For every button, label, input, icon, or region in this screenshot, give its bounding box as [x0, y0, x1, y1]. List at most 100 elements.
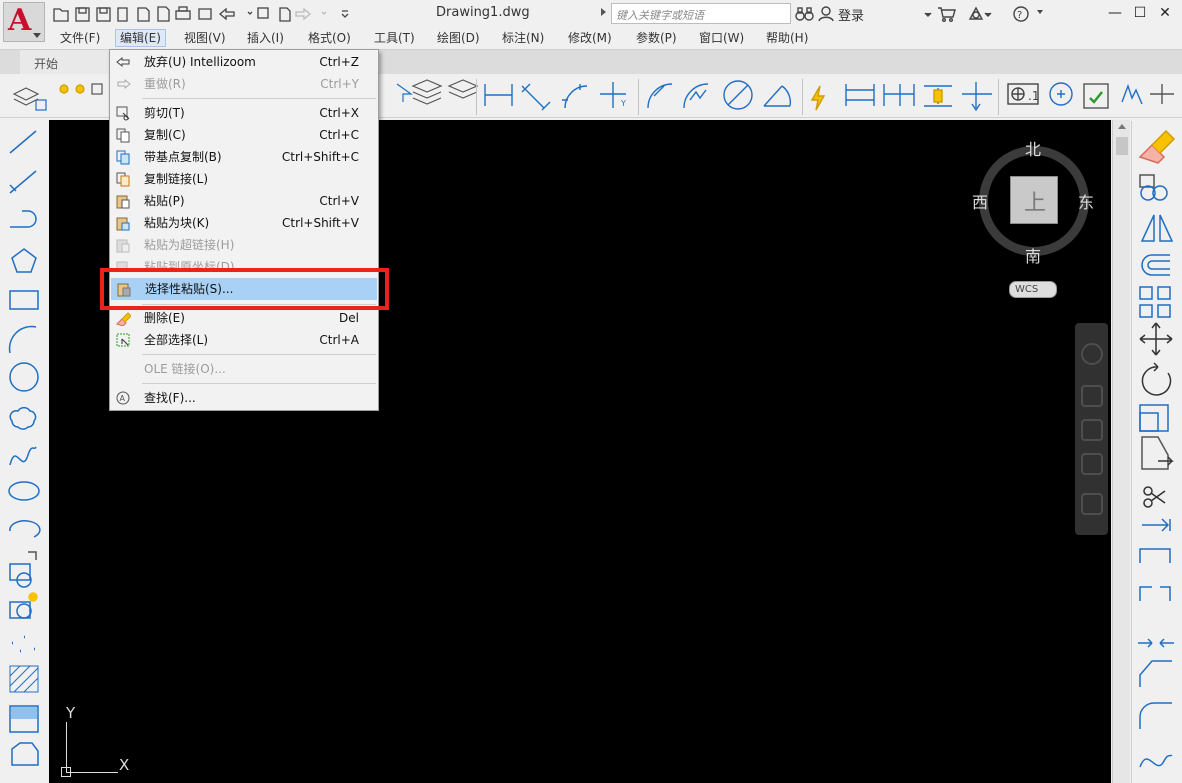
continue-dimension-icon [883, 84, 915, 106]
restore-button[interactable]: ☐ [1129, 3, 1151, 23]
dimension-break-icon [962, 82, 992, 112]
inspect-icon [1083, 83, 1109, 109]
dimension-space-icon [924, 85, 952, 107]
viewcube-face-label: 上 [1023, 191, 1046, 216]
menu-view[interactable]: 视图(V) [184, 30, 226, 46]
make-block-icon [9, 592, 38, 619]
ellipse-arc-icon [9, 520, 41, 538]
menu-item-select-all[interactable]: 全部选择(L) Ctrl+A [110, 329, 378, 351]
orbit-icon[interactable] [1081, 453, 1103, 475]
draw-tool-icons[interactable] [0, 121, 48, 783]
polyline-icon [10, 210, 37, 228]
menu-item-cut[interactable]: 剪切(T) Ctrl+X [110, 102, 378, 124]
annotation-highlight-box [100, 268, 389, 310]
scroll-thumb[interactable] [1116, 137, 1128, 155]
menu-help[interactable]: 帮助(H) [766, 30, 808, 46]
angular-dimension-icon [763, 85, 792, 107]
login-label[interactable]: 登录 [838, 5, 864, 24]
undo-icon [116, 56, 130, 68]
menu-window[interactable]: 窗口(W) [699, 30, 744, 46]
paste-icon [116, 195, 130, 209]
menu-item-find[interactable]: A 查找(F)... [110, 387, 378, 409]
menu-modify[interactable]: 修改(M) [568, 30, 612, 46]
menu-item-erase[interactable]: 删除(E) Del [110, 307, 378, 329]
chamfer-icon [1139, 660, 1172, 687]
minimize-button[interactable]: — [1104, 3, 1126, 23]
tab-start[interactable]: 开始 [20, 50, 110, 74]
menu-item-paste[interactable]: 粘贴(P) Ctrl+V [110, 190, 378, 212]
viewcube[interactable]: 上 北 南 东 西 WCS [972, 136, 1094, 306]
blend-curves-icon [1139, 754, 1173, 768]
compass-north[interactable]: 北 [1025, 136, 1041, 160]
user-icon [818, 6, 834, 22]
zoom-icon [257, 7, 269, 19]
close-button[interactable]: ✕ [1154, 3, 1176, 23]
menu-item-redo[interactable]: 重做(R) Ctrl+Y [110, 73, 378, 95]
menu-insert[interactable]: 插入(I) [247, 30, 284, 46]
menu-tools[interactable]: 工具(T) [374, 30, 415, 46]
copy-link-icon [116, 172, 130, 187]
menu-draw[interactable]: 绘图(D) [437, 30, 480, 46]
search-input[interactable]: 键入关键字或短语 [611, 3, 791, 24]
menu-format[interactable]: 格式(O) [308, 30, 351, 46]
paste-block-icon [116, 217, 130, 231]
menu-item-paste-hyperlink[interactable]: 粘贴为超链接(H) [110, 234, 378, 256]
polygon-icon [11, 248, 37, 273]
menu-item-undo[interactable]: 放弃(U) Intellizoom Ctrl+Z [110, 51, 378, 73]
circle-icon [9, 362, 39, 392]
jogged-linear-icon [1121, 83, 1143, 105]
modify-tool-icons[interactable] [1132, 121, 1182, 783]
menu-file[interactable]: 文件(F) [60, 30, 100, 46]
stretch-icon [1141, 436, 1174, 470]
layer-previous-icon [396, 83, 413, 102]
linear-dimension-icon [484, 84, 513, 106]
modify-toolbar [1131, 121, 1182, 783]
ucs-x-axis [66, 772, 118, 773]
steering-wheel-icon[interactable] [1081, 343, 1103, 365]
cut-icon [116, 106, 130, 121]
vertical-scrollbar[interactable] [1112, 120, 1130, 783]
menu-bar: 文件(F) 编辑(E) 视图(V) 插入(I) 格式(O) 工具(T) 绘图(D… [0, 28, 1182, 72]
help-dropdown-icon[interactable] [1037, 10, 1043, 14]
plot-icon [175, 10, 191, 20]
copy-object-icon [1139, 174, 1168, 201]
menu-item-ole-links[interactable]: OLE 链接(O)... [110, 358, 378, 380]
viewcube-top-face[interactable]: 上 [1010, 176, 1058, 224]
title-bar: A Drawing1.dwg 键入关键字或短语 ? 登录 — ☐ ✕ [0, 0, 1182, 42]
menu-item-copy-link[interactable]: 复制链接(L) [110, 168, 378, 190]
showmotion-icon[interactable] [1081, 493, 1103, 515]
compass-south[interactable]: 南 [1025, 243, 1041, 267]
menu-edit[interactable]: 编辑(E) [115, 29, 166, 47]
zoom-extents-icon[interactable] [1081, 419, 1103, 441]
compass-east[interactable]: 东 [1078, 189, 1094, 213]
compass-west[interactable]: 西 [972, 189, 988, 213]
menu-item-copy-basepoint[interactable]: 带基点复制(B) Ctrl+Shift+C [110, 146, 378, 168]
edit-menu-dropdown: 放弃(U) Intellizoom Ctrl+Z 重做(R) Ctrl+Y 剪切… [109, 49, 379, 411]
svg-text:.1: .1 [1028, 89, 1039, 103]
menu-separator [142, 383, 376, 384]
erase-icon [1138, 129, 1176, 164]
redo-icon [295, 7, 312, 21]
menu-parametric[interactable]: 参数(P) [636, 30, 677, 46]
menu-separator [142, 354, 376, 355]
scroll-up-icon[interactable] [1118, 124, 1126, 129]
undo-icon [218, 7, 235, 21]
search-expand-icon[interactable] [601, 8, 606, 16]
paste-hyperlink-icon [116, 239, 130, 253]
new-icon [117, 7, 128, 22]
copy-basepoint-icon [116, 150, 130, 165]
wcs-menu[interactable]: WCS [1009, 281, 1057, 298]
menu-item-paste-block[interactable]: 粘贴为块(K) Ctrl+Shift+V [110, 212, 378, 234]
menu-dimension[interactable]: 标注(N) [502, 30, 544, 46]
scale-icon [1139, 404, 1169, 432]
quick-access-toolbar[interactable] [52, 5, 352, 23]
menu-item-copy[interactable]: 复制(C) Ctrl+C [110, 124, 378, 146]
tolerance-icon: .1 [1007, 83, 1039, 105]
extend-icon [1142, 518, 1171, 532]
viewport-icon [198, 8, 212, 20]
svg-text:?: ? [1017, 10, 1022, 21]
a360-icon [968, 6, 984, 20]
pan-icon[interactable] [1081, 385, 1103, 407]
layer-isolate-icon [447, 79, 479, 99]
redo-icon [117, 78, 131, 90]
